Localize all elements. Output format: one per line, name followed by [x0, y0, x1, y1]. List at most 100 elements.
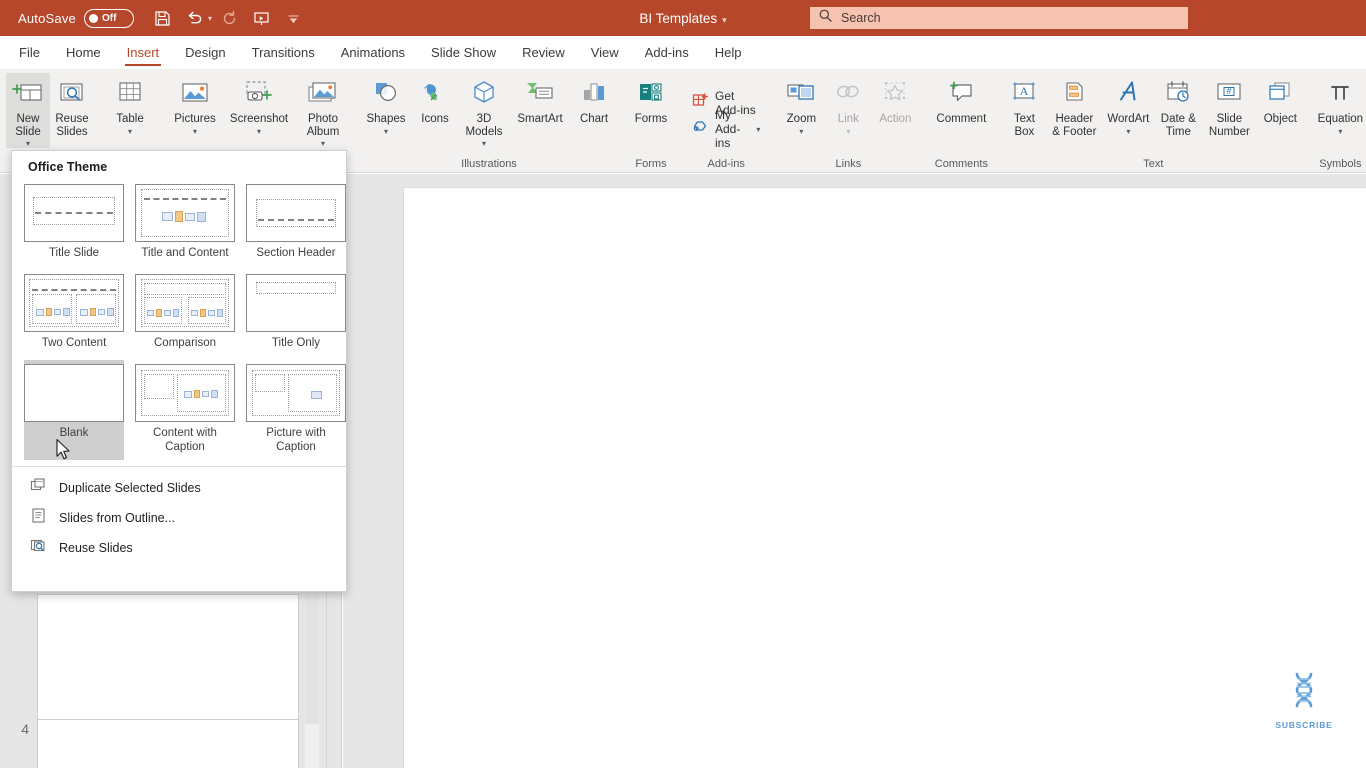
panel-scrollbar-thumb[interactable]	[305, 574, 319, 724]
layout-section-header[interactable]: Section Header	[246, 180, 346, 266]
layout-blank[interactable]: Blank	[24, 360, 124, 460]
3d-models-button[interactable]: 3D Models ▾	[458, 73, 510, 148]
tab-transitions[interactable]: Transitions	[239, 36, 328, 69]
tab-help[interactable]: Help	[702, 36, 755, 69]
tab-animations[interactable]: Animations	[328, 36, 418, 69]
tab-design[interactable]: Design	[172, 36, 238, 69]
new-slide-button[interactable]: New Slide ▾	[6, 73, 50, 148]
undo-icon[interactable]	[180, 4, 210, 32]
ribbon-group-forms: Forms Forms	[626, 69, 676, 173]
link-button[interactable]: Link ▾	[826, 73, 870, 136]
ribbon-group-forms-title: Forms	[635, 158, 667, 170]
forms-button[interactable]: Forms	[626, 73, 676, 126]
smartart-button[interactable]: SmartArt	[510, 73, 570, 126]
subscribe-watermark: SUBSCRIBE	[1259, 670, 1349, 730]
autosave-toggle[interactable]: Off	[83, 8, 134, 28]
layout-thumbnail	[24, 184, 124, 242]
icons-button[interactable]: Icons	[412, 73, 458, 126]
redo-icon[interactable]	[214, 4, 244, 32]
shapes-button[interactable]: Shapes ▾	[360, 73, 412, 136]
start-presentation-icon[interactable]	[246, 4, 276, 32]
get-addins-icon	[692, 92, 709, 114]
layout-title-and-content[interactable]: Title and Content	[135, 180, 235, 266]
slide-canvas[interactable]: SUBSCRIBE	[404, 188, 1366, 768]
layout-content-with-caption[interactable]: Content with Caption	[135, 360, 235, 460]
wordart-chevron-down-icon[interactable]: ▾	[1126, 127, 1130, 136]
smartart-icon	[522, 76, 558, 110]
undo-chevron-down-icon[interactable]: ▾	[208, 14, 212, 23]
layout-caption: Title and Content	[141, 247, 229, 259]
slide-thumbnail[interactable]	[37, 719, 299, 768]
screenshot-button[interactable]: Screenshot ▾	[224, 73, 294, 136]
header-footer-button[interactable]: Header & Footer	[1046, 73, 1102, 138]
layout-thumbnail	[135, 184, 235, 242]
pictures-chevron-down-icon[interactable]: ▾	[193, 127, 197, 136]
action-button[interactable]: Action	[870, 73, 920, 126]
link-chevron-down-icon[interactable]: ▾	[846, 127, 850, 136]
text-box-button[interactable]: A Text Box	[1002, 73, 1046, 138]
ribbon-group-illustrations-title: Illustrations	[461, 158, 517, 170]
new-slide-label: New Slide	[15, 113, 41, 138]
autosave-control[interactable]: AutoSave Off	[18, 8, 134, 28]
tab-slide-show[interactable]: Slide Show	[418, 36, 509, 69]
3d-models-chevron-down-icon[interactable]: ▾	[482, 139, 486, 148]
forms-label: Forms	[634, 113, 668, 125]
photo-album-button[interactable]: Photo Album ▾	[294, 73, 352, 148]
object-button[interactable]: Object	[1256, 73, 1304, 126]
comment-button[interactable]: Comment	[928, 73, 994, 126]
menu-item-slides-from-outline[interactable]: Slides from Outline...	[12, 503, 346, 533]
menu-item-duplicate-selected-slides[interactable]: Duplicate Selected Slides	[12, 473, 346, 503]
layout-comparison[interactable]: Comparison	[135, 270, 235, 356]
search-input[interactable]: Search	[810, 7, 1188, 29]
layout-title-only[interactable]: Title Only	[246, 270, 346, 356]
menu-item-label: Reuse Slides	[59, 541, 133, 555]
customize-quick-access-icon[interactable]	[278, 4, 308, 32]
zoom-chevron-down-icon[interactable]: ▾	[799, 127, 803, 136]
table-button[interactable]: Table ▾	[102, 73, 158, 136]
layout-two-content[interactable]: Two Content	[24, 270, 124, 356]
photo-album-chevron-down-icon[interactable]: ▾	[321, 139, 325, 148]
tab-home[interactable]: Home	[53, 36, 114, 69]
date-time-button[interactable]: Date & Time	[1154, 73, 1202, 138]
new-slide-chevron-down-icon[interactable]: ▾	[26, 139, 30, 148]
tab-insert[interactable]: Insert	[114, 36, 173, 69]
equation-chevron-down-icon[interactable]: ▾	[1338, 127, 1342, 136]
menu-item-label: Duplicate Selected Slides	[59, 481, 201, 495]
my-addins-label: My Add-ins	[715, 108, 741, 150]
reuse-slides-button[interactable]: Reuse Slides	[50, 73, 94, 138]
my-addins-chevron-down-icon[interactable]: ▾	[756, 125, 760, 134]
ribbon-group-comments-title: Comments	[934, 158, 988, 170]
pictures-button[interactable]: Pictures ▾	[166, 73, 224, 136]
reuse-slides-menu-icon	[30, 537, 47, 559]
layout-title-slide[interactable]: Title Slide	[24, 180, 124, 266]
layout-picture-with-caption[interactable]: Picture with Caption	[246, 360, 346, 460]
dna-helix-icon	[1282, 672, 1326, 718]
layout-caption: Section Header	[256, 247, 336, 259]
tab-view[interactable]: View	[578, 36, 632, 69]
screenshot-chevron-down-icon[interactable]: ▾	[257, 127, 261, 136]
tab-review[interactable]: Review	[509, 36, 578, 69]
save-icon[interactable]	[148, 4, 178, 32]
layout-row: Blank Content with Caption Picture with …	[24, 360, 346, 460]
table-chevron-down-icon[interactable]: ▾	[128, 127, 132, 136]
wordart-button[interactable]: WordArt ▾	[1102, 73, 1154, 136]
my-addins-button[interactable]: My Add-ins ▾	[684, 108, 768, 150]
zoom-button[interactable]: Zoom ▾	[776, 73, 826, 136]
autosave-state: Off	[101, 12, 117, 24]
new-slide-icon	[12, 76, 44, 110]
chart-button[interactable]: Chart	[570, 73, 618, 126]
shapes-chevron-down-icon[interactable]: ▾	[384, 127, 388, 136]
tab-add-ins[interactable]: Add-ins	[632, 36, 702, 69]
list-item[interactable]: 4	[11, 719, 299, 768]
layout-thumbnail	[135, 364, 235, 422]
document-title-chevron-down-icon[interactable]: ▾	[722, 15, 727, 25]
text-box-icon: A	[1008, 76, 1040, 110]
equation-button[interactable]: Equation ▾	[1312, 73, 1366, 136]
equation-label: Equation	[1317, 113, 1364, 125]
link-label: Link	[837, 113, 859, 125]
menu-item-reuse-slides[interactable]: Reuse Slides	[12, 533, 346, 563]
tab-file[interactable]: File	[6, 36, 53, 69]
ribbon-group-comments: Comment Comments	[928, 69, 994, 173]
new-slide-layout-gallery[interactable]: Office Theme Title Slide Title and Conte…	[11, 150, 347, 592]
slide-number-button[interactable]: # Slide Number	[1202, 73, 1256, 138]
